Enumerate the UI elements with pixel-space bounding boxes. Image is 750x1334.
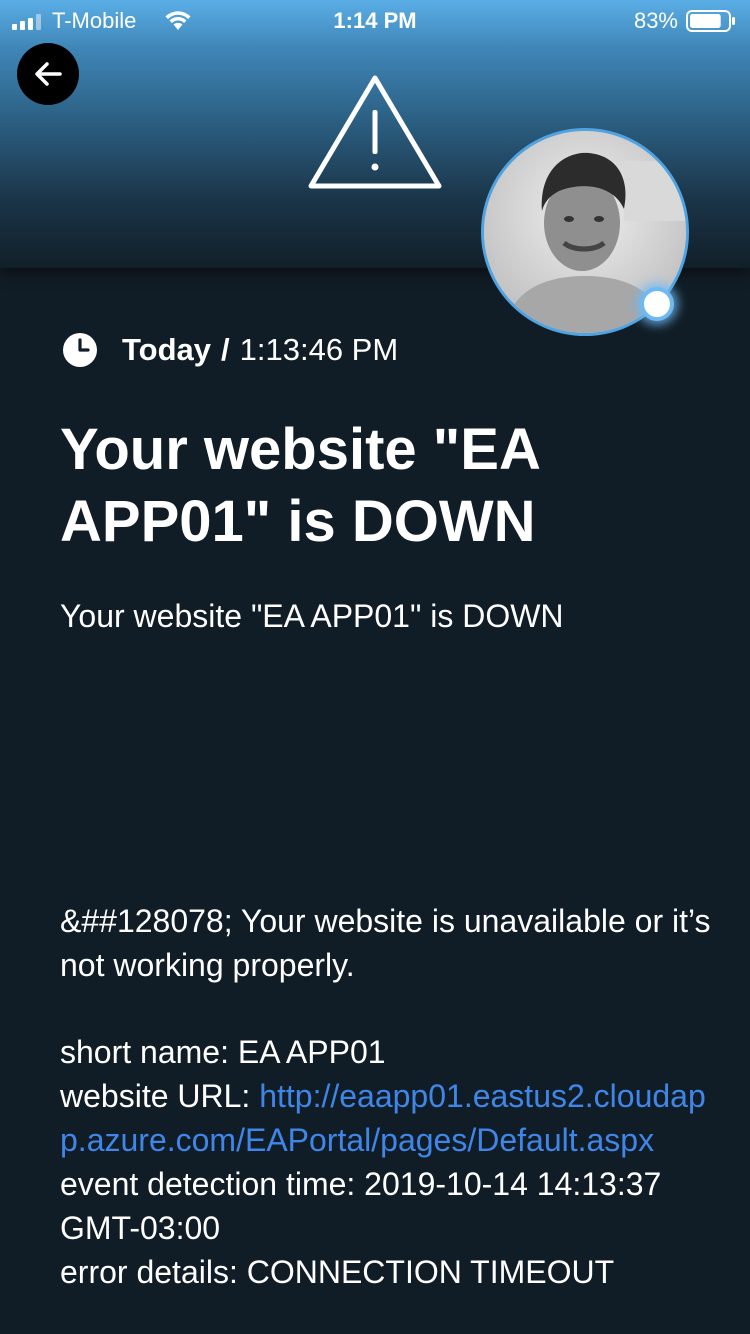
event-day: Today — [122, 332, 211, 367]
website-url-label: website URL: — [60, 1078, 260, 1114]
timestamp-separator: / — [221, 332, 230, 367]
online-status-dot — [640, 287, 674, 321]
detection-time-line: event detection time: 2019-10-14 14:13:3… — [60, 1162, 720, 1250]
event-time: 1:13:46 PM — [239, 332, 399, 367]
event-timestamp: Today / 1:13:46 PM — [62, 330, 398, 370]
notification-detail-screen: T-Mobile 1:14 PM 83% Today / 1:13:46 PM … — [0, 0, 750, 1334]
website-url-line: website URL: http://eaapp01.eastus2.clou… — [60, 1074, 720, 1162]
clock-icon — [63, 333, 97, 367]
error-details-line: error details: CONNECTION TIMEOUT — [60, 1250, 720, 1294]
event-title: Your website "EA APP01" is DOWN — [60, 417, 539, 554]
status-bar: T-Mobile 1:14 PM 83% — [0, 0, 750, 40]
warning-triangle-icon — [308, 75, 442, 189]
short-name-line: short name: EA APP01 — [60, 1030, 720, 1074]
event-subtitle: Your website "EA APP01" is DOWN — [60, 598, 564, 634]
event-message: &##128078; Your website is unavailable o… — [60, 903, 711, 983]
error-details-value: CONNECTION TIMEOUT — [246, 1254, 615, 1290]
arrow-left-icon — [35, 62, 62, 86]
short-name-value: EA APP01 — [237, 1034, 386, 1070]
event-details: &##128078; Your website is unavailable o… — [60, 899, 720, 1294]
battery-icon — [686, 10, 735, 32]
short-name-label: short name: — [60, 1034, 238, 1070]
detection-time-label: event detection time: — [60, 1166, 365, 1202]
back-button[interactable] — [17, 43, 79, 105]
battery-percent: 83% — [633, 8, 678, 33]
error-details-label: error details: — [60, 1254, 247, 1290]
